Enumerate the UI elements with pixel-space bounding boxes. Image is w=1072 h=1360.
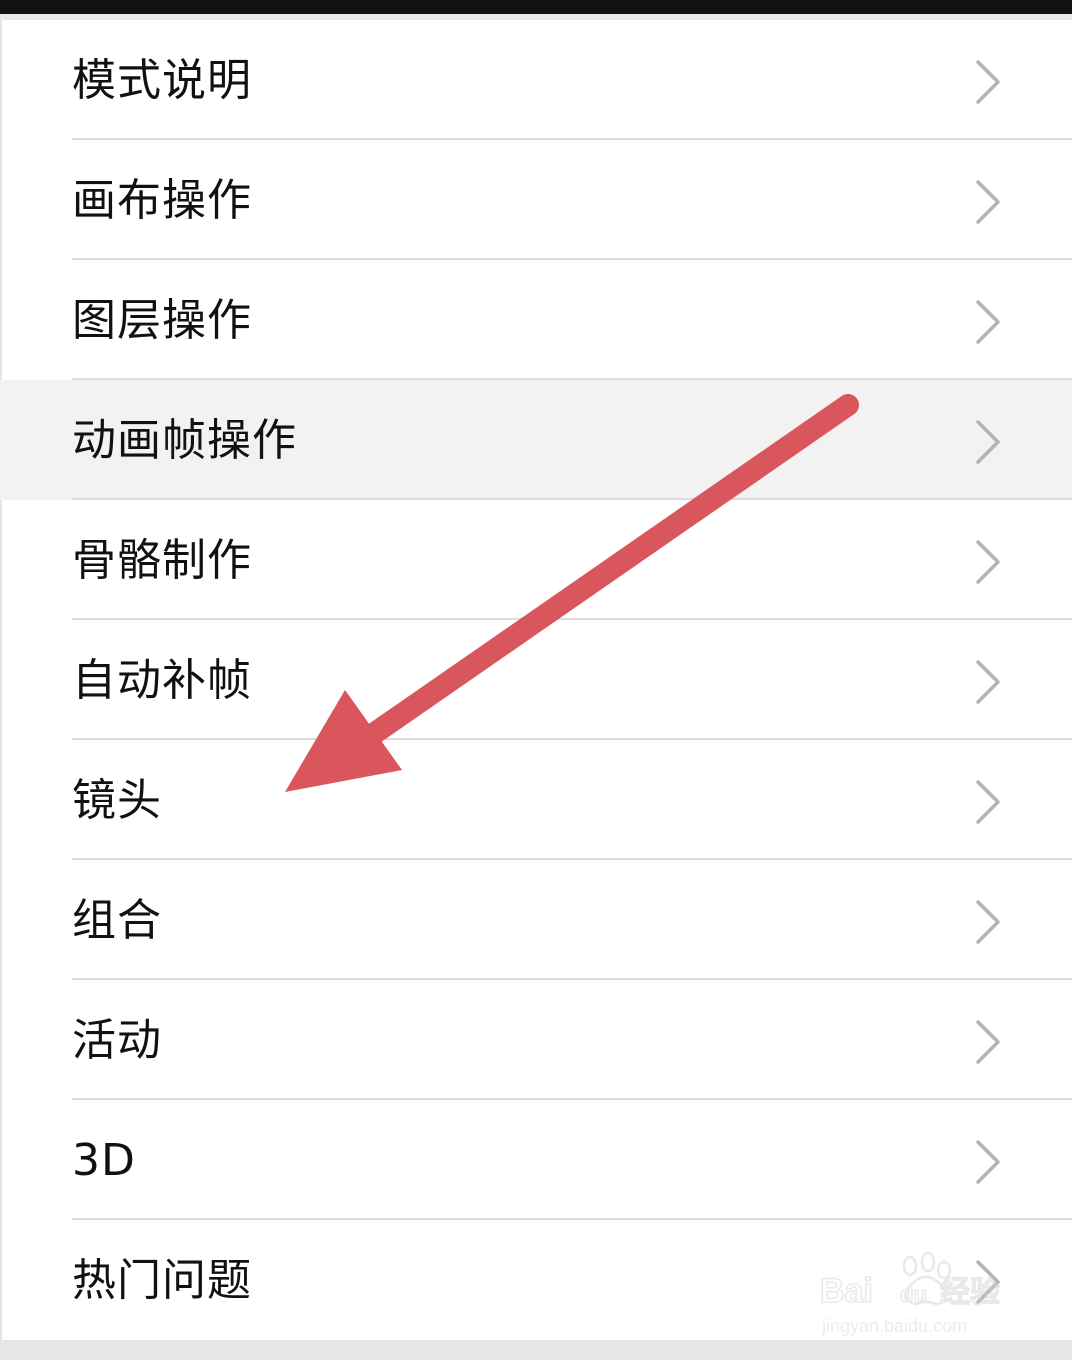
menu-item-label: 模式说明 (72, 55, 252, 106)
menu-item-camera[interactable]: 镜头 (0, 740, 1072, 860)
menu-item-auto-tween[interactable]: 自动补帧 (0, 620, 1072, 740)
menu-item-label: 图层操作 (72, 295, 252, 346)
settings-menu: 模式说明 画布操作 图层操作 动画帧操作 骨骼制作 自动补帧 镜头 组合 活动 (0, 20, 1072, 1340)
menu-item-label: 活动 (72, 1015, 162, 1066)
menu-item-layer-operations[interactable]: 图层操作 (0, 260, 1072, 380)
chevron-right-icon (976, 540, 1000, 584)
menu-item-label: 动画帧操作 (72, 415, 297, 466)
menu-item-bone-creation[interactable]: 骨骼制作 (0, 500, 1072, 620)
bottom-bar (0, 1340, 1072, 1360)
top-bar (0, 0, 1072, 14)
baidu-jingyan-watermark: Bai du 经验 jingyan.baidu.com (819, 1251, 1001, 1336)
chevron-right-icon (976, 180, 1000, 224)
menu-item-label: 组合 (72, 895, 162, 946)
chevron-right-icon (976, 660, 1000, 704)
menu-item-activity[interactable]: 活动 (0, 980, 1072, 1100)
chevron-right-icon (976, 1140, 1000, 1184)
menu-item-label: 镜头 (72, 775, 162, 826)
chevron-right-icon (976, 60, 1000, 104)
svg-text:jingyan.baidu.com: jingyan.baidu.com (821, 1316, 967, 1336)
chevron-right-icon (976, 420, 1000, 464)
chevron-right-icon (976, 300, 1000, 344)
menu-item-label: 热门问题 (72, 1255, 252, 1306)
menu-item-group[interactable]: 组合 (0, 860, 1072, 980)
menu-item-3d[interactable]: 3D (0, 1100, 1072, 1220)
chevron-right-icon (976, 1020, 1000, 1064)
menu-item-label: 自动补帧 (72, 655, 252, 706)
menu-item-mode-description[interactable]: 模式说明 (0, 20, 1072, 140)
menu-item-label: 3D (72, 1135, 136, 1186)
svg-text:du: du (900, 1282, 927, 1307)
menu-item-label: 骨骼制作 (72, 535, 252, 586)
svg-text:经验: 经验 (940, 1275, 1000, 1310)
chevron-right-icon (976, 900, 1000, 944)
menu-item-animation-frame-operations[interactable]: 动画帧操作 (0, 380, 1072, 500)
menu-item-label: 画布操作 (72, 175, 252, 226)
chevron-right-icon (976, 780, 1000, 824)
menu-item-canvas-operations[interactable]: 画布操作 (0, 140, 1072, 260)
svg-text:Bai: Bai (820, 1272, 873, 1310)
